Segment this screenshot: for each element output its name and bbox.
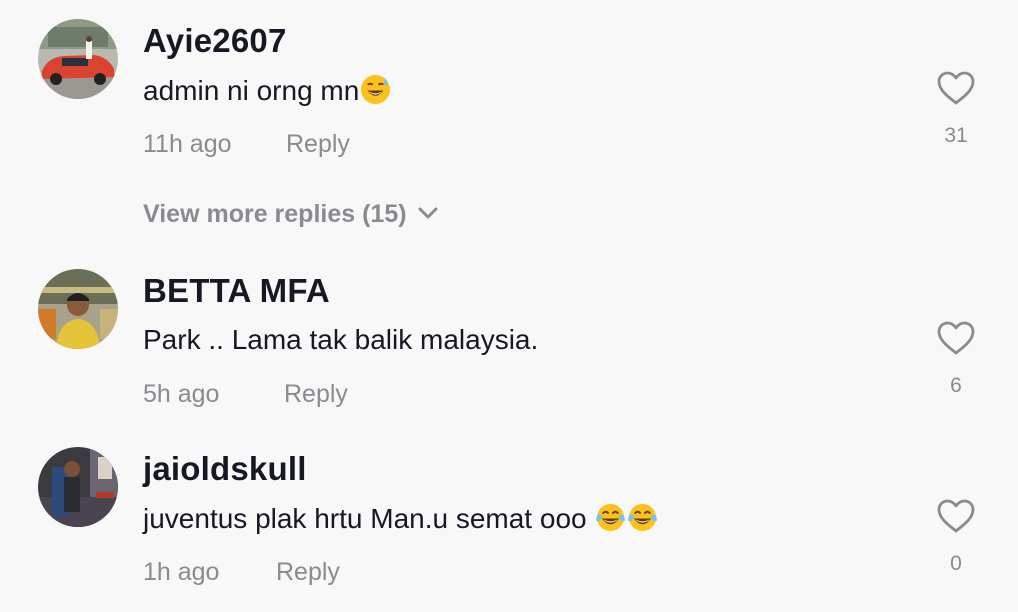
chevron-down-icon (417, 206, 439, 220)
comment-text: juventus plak hrtu Man.u semat ooo (143, 502, 658, 535)
view-more-replies-label: View more replies (15) (143, 200, 407, 228)
username[interactable]: Ayie2607 (143, 22, 287, 60)
username[interactable]: BETTA MFA (143, 272, 330, 310)
timestamp: 1h ago (143, 558, 220, 586)
comment-text: admin ni orng mn (143, 74, 391, 107)
tears-of-joy-emoji (595, 502, 626, 533)
comment-text-content: juventus plak hrtu Man.u semat ooo (143, 503, 595, 534)
like-button[interactable]: 6 (930, 320, 982, 398)
like-count: 0 (950, 552, 962, 575)
username[interactable]: jaioldskull (143, 450, 307, 488)
like-button[interactable]: 0 (930, 498, 982, 576)
heart-outline-icon (937, 321, 975, 355)
comment-meta: 11h ago Reply (143, 130, 350, 159)
comment-meta: 5h ago Reply (143, 380, 348, 409)
comment-meta: 1h ago Reply (143, 558, 340, 587)
avatar-image (38, 447, 118, 527)
avatar-image (38, 269, 118, 349)
avatar[interactable] (38, 269, 118, 349)
comment-text-content: Park .. Lama tak balik malaysia. (143, 324, 539, 355)
reply-button[interactable]: Reply (284, 380, 348, 409)
comment-item: BETTA MFA Park .. Lama tak balik malaysi… (0, 250, 1018, 430)
comment-list: Ayie2607 admin ni orng mn 11h ago Reply (0, 0, 1018, 612)
like-button[interactable]: 31 (930, 70, 982, 148)
heart-outline-icon (937, 499, 975, 533)
comment-text: Park .. Lama tak balik malaysia. (143, 324, 538, 356)
like-count: 31 (944, 124, 968, 147)
heart-outline-icon (937, 71, 975, 105)
timestamp: 5h ago (143, 380, 220, 408)
avatar[interactable] (38, 447, 118, 527)
like-count: 6 (950, 374, 962, 397)
tears-of-joy-emoji (627, 502, 658, 533)
comment-item: Ayie2607 admin ni orng mn 11h ago Reply (0, 0, 1018, 180)
comment-item: jaioldskull juventus plak hrtu Man.u sem… (0, 428, 1018, 608)
reply-button[interactable]: Reply (276, 558, 340, 587)
sweat-smile-emoji (360, 74, 391, 105)
reply-button[interactable]: Reply (286, 130, 350, 159)
comment-text-content: admin ni orng mn (143, 75, 360, 106)
avatar-image (38, 19, 118, 99)
timestamp: 11h ago (143, 130, 232, 158)
avatar[interactable] (38, 19, 118, 99)
view-more-replies-button[interactable]: View more replies (15) (143, 200, 439, 229)
